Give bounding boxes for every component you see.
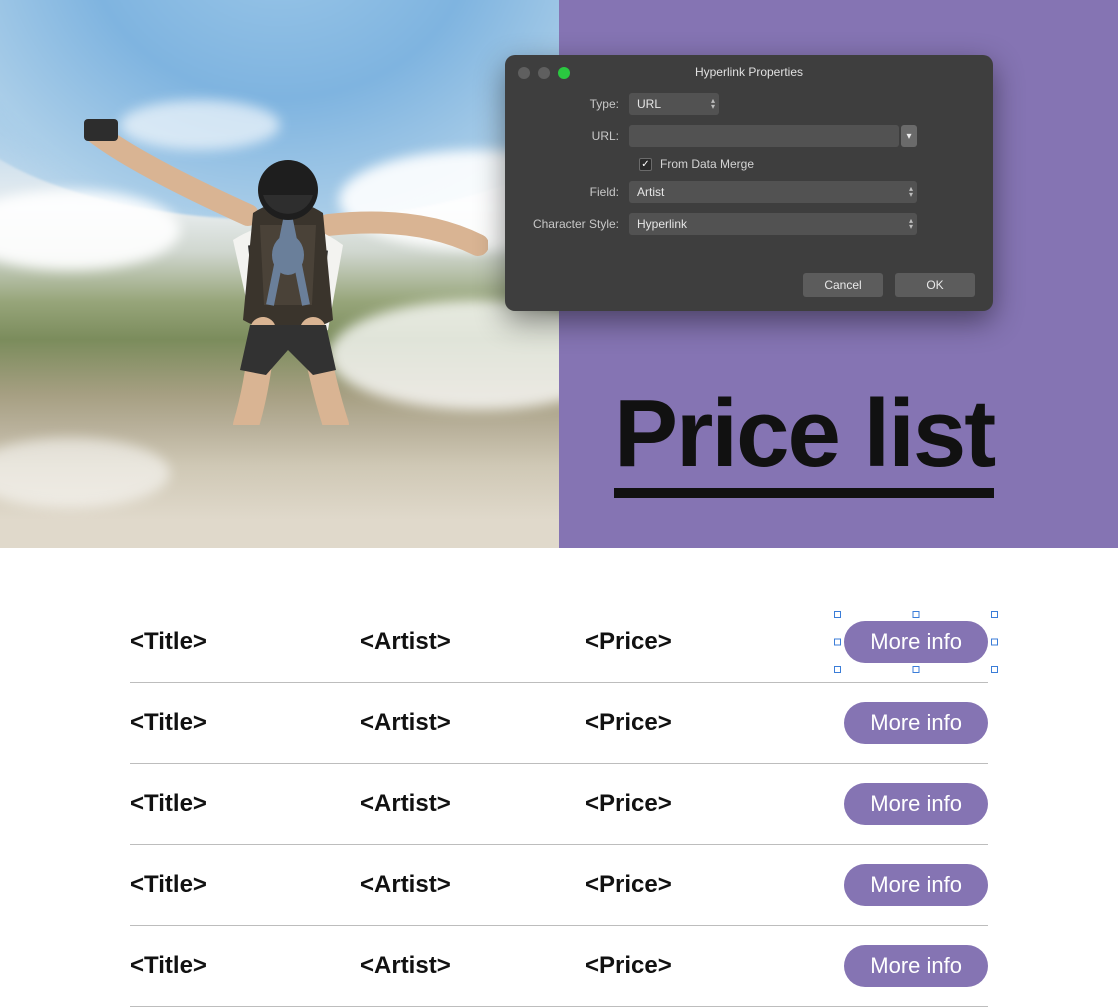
more-info-button[interactable]: More info	[844, 945, 988, 987]
field-select[interactable]: Artist ▴▾	[629, 181, 917, 203]
list-item: <Title><Artist><Price> More info	[130, 764, 988, 845]
checkmark-icon: ✓	[641, 159, 649, 170]
hyperlink-properties-dialog: Hyperlink Properties Type: URL ▴▾ URL: ▾…	[505, 55, 993, 311]
more-info-button[interactable]: More info	[844, 783, 988, 825]
close-icon[interactable]	[518, 67, 530, 79]
url-label: URL:	[523, 129, 629, 143]
artist-placeholder: <Artist>	[360, 628, 585, 656]
selection-frame	[838, 615, 994, 669]
url-history-button[interactable]: ▾	[901, 125, 917, 147]
zoom-icon[interactable]	[558, 67, 570, 79]
more-info-button[interactable]: More info	[844, 864, 988, 906]
list-item: <Title><Artist><Price> More info	[130, 602, 988, 683]
list-item: <Title><Artist><Price> More info	[130, 926, 988, 1007]
price-list: <Title><Artist><Price>More info<Title><A…	[0, 548, 1118, 1007]
title-placeholder: <Title>	[130, 709, 360, 737]
from-data-merge-label: From Data Merge	[660, 157, 754, 171]
artist-placeholder: <Artist>	[360, 871, 585, 899]
type-label: Type:	[523, 97, 629, 111]
hero-image	[0, 0, 559, 548]
page-title: Price list	[614, 386, 994, 498]
selection-handle[interactable]	[913, 611, 920, 618]
window-controls	[518, 67, 570, 79]
char-style-label: Character Style:	[523, 217, 629, 231]
from-data-merge-checkbox[interactable]: ✓	[639, 158, 652, 171]
more-info-button[interactable]: More info	[844, 702, 988, 744]
artist-placeholder: <Artist>	[360, 709, 585, 737]
list-item: <Title><Artist><Price> More info	[130, 683, 988, 764]
more-info-button[interactable]: More info	[844, 621, 988, 663]
more-info-wrap: More info	[810, 621, 988, 663]
chevron-down-icon: ▾	[906, 131, 911, 142]
price-placeholder: <Price>	[585, 952, 810, 980]
list-item: <Title><Artist><Price> More info	[130, 845, 988, 926]
selection-handle[interactable]	[991, 666, 998, 673]
chevron-updown-icon: ▴▾	[909, 186, 913, 198]
title-placeholder: <Title>	[130, 790, 360, 818]
selection-handle[interactable]	[991, 611, 998, 618]
price-placeholder: <Price>	[585, 628, 810, 656]
field-value: Artist	[637, 185, 664, 199]
selection-handle[interactable]	[834, 611, 841, 618]
title-placeholder: <Title>	[130, 628, 360, 656]
type-select[interactable]: URL ▴▾	[629, 93, 719, 115]
cancel-button[interactable]: Cancel	[803, 273, 883, 297]
selection-handle[interactable]	[991, 639, 998, 646]
chevron-updown-icon: ▴▾	[909, 218, 913, 230]
price-placeholder: <Price>	[585, 709, 810, 737]
dialog-title: Hyperlink Properties	[505, 55, 993, 79]
chevron-updown-icon: ▴▾	[711, 98, 715, 110]
char-style-value: Hyperlink	[637, 217, 687, 231]
selection-handle[interactable]	[834, 666, 841, 673]
more-info-wrap: More info	[810, 783, 988, 825]
title-placeholder: <Title>	[130, 952, 360, 980]
selection-handle[interactable]	[913, 666, 920, 673]
price-placeholder: <Price>	[585, 871, 810, 899]
ok-button[interactable]: OK	[895, 273, 975, 297]
artist-placeholder: <Artist>	[360, 952, 585, 980]
selection-handle[interactable]	[834, 639, 841, 646]
title-placeholder: <Title>	[130, 871, 360, 899]
type-value: URL	[637, 97, 661, 111]
more-info-wrap: More info	[810, 945, 988, 987]
char-style-select[interactable]: Hyperlink ▴▾	[629, 213, 917, 235]
more-info-wrap: More info	[810, 864, 988, 906]
artist-placeholder: <Artist>	[360, 790, 585, 818]
minimize-icon[interactable]	[538, 67, 550, 79]
price-placeholder: <Price>	[585, 790, 810, 818]
field-label: Field:	[523, 185, 629, 199]
url-input[interactable]	[629, 125, 899, 147]
more-info-wrap: More info	[810, 702, 988, 744]
